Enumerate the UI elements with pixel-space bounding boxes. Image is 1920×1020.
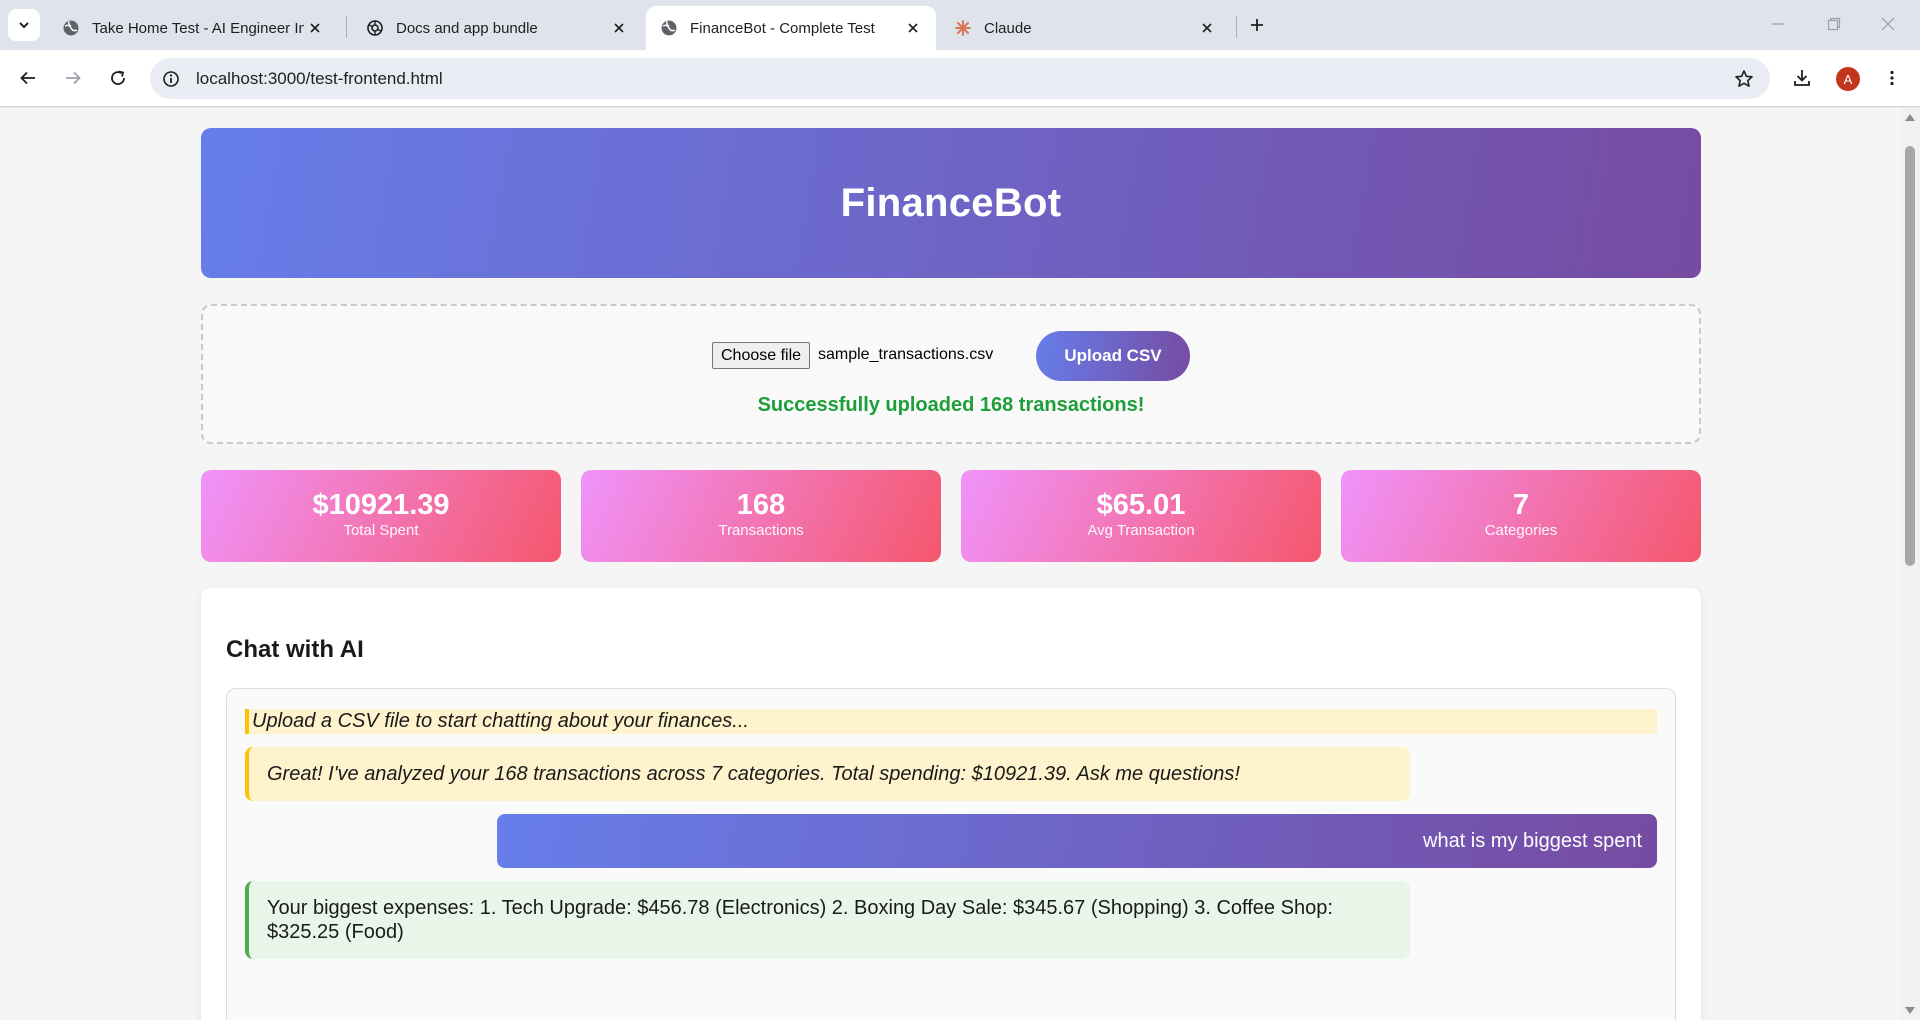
- page-title: FinanceBot: [840, 180, 1062, 225]
- choose-file-button[interactable]: Choose file: [712, 342, 811, 369]
- stat-label: Categories: [1484, 522, 1558, 539]
- downloads-button[interactable]: [1786, 62, 1818, 94]
- tab-claude[interactable]: Claude: [940, 6, 1230, 50]
- stat-card-transactions: 168 Transactions: [581, 470, 941, 562]
- claude-icon: [954, 19, 972, 37]
- page-scrollbar[interactable]: [1900, 108, 1920, 1020]
- close-icon[interactable]: [1196, 17, 1218, 39]
- download-icon: [1794, 70, 1810, 86]
- scroll-up-arrow-icon[interactable]: [1905, 114, 1915, 121]
- chat-messages[interactable]: Upload a CSV file to start chatting abou…: [226, 688, 1676, 1020]
- stat-value: 7: [1512, 489, 1530, 521]
- tab-title: Claude: [984, 19, 1032, 37]
- address-bar[interactable]: localhost:3000/test-frontend.html: [150, 58, 1770, 99]
- globe-icon: [660, 19, 678, 37]
- close-window-button[interactable]: [1872, 10, 1904, 38]
- upload-section: Choose file sample_transactions.csv Uplo…: [201, 304, 1701, 444]
- page-viewport: FinanceBot Choose file sample_transactio…: [0, 108, 1900, 1020]
- url-text[interactable]: localhost:3000/test-frontend.html: [196, 69, 443, 89]
- forward-button[interactable]: [57, 62, 89, 94]
- stat-value: $10921.39: [312, 489, 450, 521]
- chat-heading: Chat with AI: [226, 636, 364, 663]
- upload-csv-button[interactable]: Upload CSV: [1036, 331, 1190, 381]
- tab-financebot[interactable]: FinanceBot - Complete Test: [646, 6, 936, 50]
- tab-search-button[interactable]: [8, 9, 40, 41]
- reload-button[interactable]: [102, 62, 134, 94]
- avatar[interactable]: A: [1836, 67, 1860, 91]
- bookmark-star-icon[interactable]: [1732, 67, 1756, 91]
- stat-card-avg-transaction: $65.01 Avg Transaction: [961, 470, 1321, 562]
- stats-row: $10921.39 Total Spent 168 Transactions $…: [201, 470, 1701, 562]
- scrollbar-thumb[interactable]: [1905, 146, 1915, 566]
- stat-value: 168: [736, 489, 786, 521]
- minimize-icon: [1772, 23, 1784, 25]
- user-message: what is my biggest spent: [497, 814, 1657, 868]
- browser-menu-button[interactable]: [1876, 62, 1908, 94]
- close-icon[interactable]: [304, 17, 326, 39]
- system-message: Upload a CSV file to start chatting abou…: [245, 709, 1657, 734]
- tab-divider: [1236, 16, 1237, 38]
- stat-value: $65.01: [1096, 489, 1186, 521]
- tab-strip: Take Home Test - AI Engineer In Docs and…: [0, 0, 1920, 50]
- globe-icon: [62, 19, 80, 37]
- restore-button[interactable]: [1818, 10, 1850, 38]
- stat-card-total-spent: $10921.39 Total Spent: [201, 470, 561, 562]
- reload-icon: [111, 70, 125, 85]
- plus-icon: [1251, 19, 1263, 31]
- tab-divider: [346, 16, 347, 38]
- chevron-down-icon: [19, 22, 29, 29]
- close-icon[interactable]: [902, 17, 924, 39]
- tab-title: Docs and app bundle: [396, 19, 538, 37]
- close-icon: [1881, 17, 1895, 31]
- scroll-down-arrow-icon[interactable]: [1905, 1007, 1915, 1014]
- new-tab-button[interactable]: [1243, 11, 1271, 39]
- bot-message: Your biggest expenses: 1. Tech Upgrade: …: [245, 881, 1410, 959]
- bot-message: Great! I've analyzed your 168 transactio…: [245, 747, 1410, 801]
- tab-title: Take Home Test - AI Engineer In: [92, 19, 304, 37]
- app-container: FinanceBot Choose file sample_transactio…: [201, 128, 1701, 1020]
- app-header: FinanceBot: [201, 128, 1701, 278]
- tab-take-home-test[interactable]: Take Home Test - AI Engineer In: [48, 6, 338, 50]
- selected-file-name: sample_transactions.csv: [818, 346, 994, 363]
- stat-label: Avg Transaction: [1087, 522, 1195, 539]
- arrow-left-icon: [20, 71, 35, 85]
- info-icon[interactable]: [160, 68, 182, 90]
- more-vert-icon: [1890, 70, 1894, 86]
- restore-icon: [1827, 17, 1841, 31]
- stat-label: Total Spent: [343, 522, 419, 539]
- arrow-right-icon: [66, 71, 81, 85]
- browser-toolbar: localhost:3000/test-frontend.html: [0, 50, 1920, 107]
- chat-section: Chat with AI Upload a CSV file to start …: [201, 588, 1701, 1020]
- back-button[interactable]: [12, 62, 44, 94]
- stat-card-categories: 7 Categories: [1341, 470, 1701, 562]
- upload-status-message: Successfully uploaded 168 transactions!: [757, 394, 1145, 416]
- minimize-button[interactable]: [1762, 10, 1794, 38]
- tab-title: FinanceBot - Complete Test: [690, 19, 875, 37]
- stat-label: Transactions: [718, 522, 804, 539]
- tab-docs-app-bundle[interactable]: Docs and app bundle: [352, 6, 642, 50]
- close-icon[interactable]: [608, 17, 630, 39]
- openai-icon: [366, 19, 384, 37]
